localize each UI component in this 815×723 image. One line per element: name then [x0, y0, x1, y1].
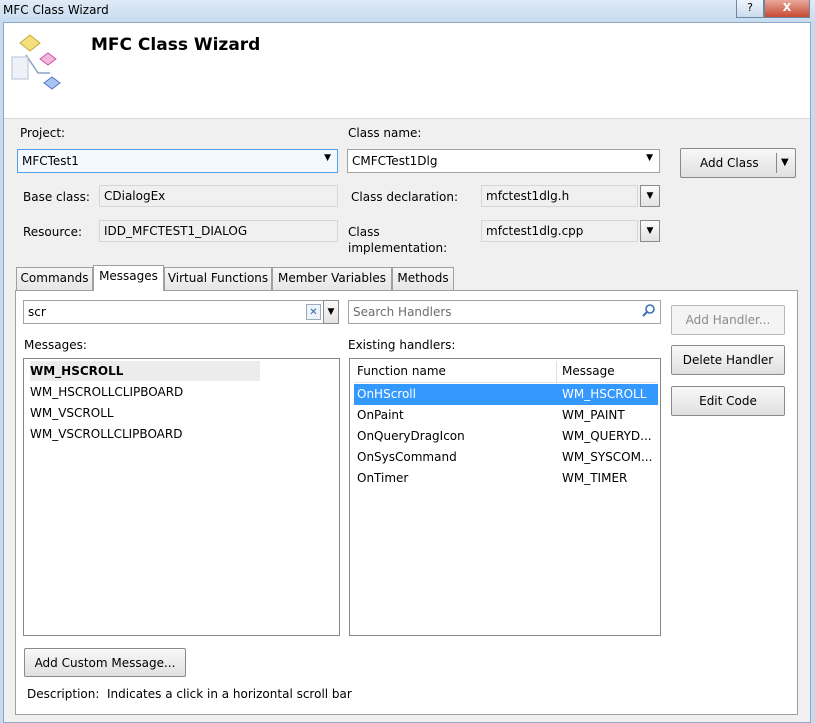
chevron-down-icon: ▼ — [646, 153, 653, 163]
tab-virtual-functions[interactable]: Virtual Functions — [164, 267, 272, 290]
function-name-cell: OnSysCommand — [357, 450, 457, 464]
help-button[interactable]: ? — [736, 0, 764, 18]
class-declaration-field: mfctest1dlg.h — [481, 185, 638, 207]
delete-handler-button[interactable]: Delete Handler — [671, 345, 785, 375]
class-declaration-label: Class declaration: — [351, 190, 458, 204]
base-class-field: CDialogEx — [99, 185, 338, 207]
resource-label: Resource: — [23, 225, 83, 239]
chevron-down-icon: ▼ — [327, 307, 335, 317]
base-class-value: CDialogEx — [104, 189, 166, 203]
close-button[interactable]: X — [764, 0, 810, 18]
class-implementation-label-line2: implementation: — [348, 241, 448, 255]
add-class-label: Add Class — [700, 156, 759, 170]
tab-messages[interactable]: Messages — [93, 265, 164, 291]
existing-handlers-list[interactable]: Function name Message OnHScroll WM_HSCRO… — [349, 358, 661, 636]
class-name-combo[interactable]: CMFCTest1Dlg ▼ — [347, 149, 660, 173]
message-cell: WM_SYSCOM... — [562, 450, 653, 464]
class-implementation-dropdown-button[interactable]: ▼ — [640, 220, 660, 242]
resource-field: IDD_MFCTEST1_DIALOG — [99, 220, 338, 242]
window-title: MFC Class Wizard — [3, 3, 109, 17]
class-implementation-value: mfctest1dlg.cpp — [486, 224, 584, 238]
edit-code-button[interactable]: Edit Code — [671, 386, 785, 416]
base-class-label: Base class: — [23, 190, 90, 204]
message-cell: WM_PAINT — [562, 408, 625, 422]
class-wizard-logo-icon — [6, 33, 70, 93]
class-implementation-field: mfctest1dlg.cpp — [481, 220, 638, 242]
messages-filter-input[interactable]: scr ✕ — [23, 300, 324, 324]
table-row[interactable]: OnTimer WM_TIMER — [354, 468, 658, 489]
list-item[interactable]: WM_VSCROLL — [30, 403, 114, 423]
messages-filter-dropdown-button[interactable]: ▼ — [323, 300, 339, 324]
existing-handlers-label: Existing handlers: — [348, 338, 456, 352]
list-item[interactable]: WM_HSCROLLCLIPBOARD — [30, 382, 183, 402]
class-implementation-label-line1: Class — [348, 225, 380, 239]
messages-filter-value: scr — [28, 305, 46, 319]
function-name-cell: OnTimer — [357, 471, 409, 485]
message-cell: WM_QUERYD... — [562, 429, 652, 443]
add-handler-button[interactable]: Add Handler... — [671, 305, 785, 335]
messages-list[interactable]: WM_HSCROLL WM_HSCROLLCLIPBOARD WM_VSCROL… — [23, 358, 340, 636]
title-bar: MFC Class Wizard ? X — [0, 0, 815, 22]
handlers-header: Function name Message — [354, 361, 658, 383]
class-name-label: Class name: — [348, 126, 422, 140]
project-label: Project: — [20, 126, 66, 140]
chevron-down-icon[interactable]: ▼ — [781, 149, 789, 177]
column-header-function-name[interactable]: Function name — [357, 364, 446, 378]
tab-methods[interactable]: Methods — [392, 267, 454, 290]
add-custom-message-button[interactable]: Add Custom Message... — [24, 648, 186, 677]
search-handlers-input[interactable]: Search Handlers — [348, 300, 661, 324]
add-class-button[interactable]: Add Class ▼ — [680, 148, 796, 178]
list-item[interactable]: WM_VSCROLLCLIPBOARD — [30, 424, 182, 444]
tab-commands[interactable]: Commands — [16, 267, 93, 290]
function-name-cell: OnPaint — [357, 408, 404, 422]
messages-label: Messages: — [24, 338, 87, 352]
class-name-value: CMFCTest1Dlg — [352, 154, 438, 168]
search-handlers-placeholder: Search Handlers — [353, 305, 452, 319]
table-row[interactable]: OnQueryDragIcon WM_QUERYD... — [354, 426, 658, 447]
list-item[interactable]: WM_HSCROLL — [30, 361, 260, 381]
message-cell: WM_HSCROLL — [562, 387, 647, 401]
tab-member-variables[interactable]: Member Variables — [272, 267, 392, 290]
table-row[interactable]: OnSysCommand WM_SYSCOM... — [354, 447, 658, 468]
column-header-message[interactable]: Message — [562, 364, 615, 378]
table-row[interactable]: OnHScroll WM_HSCROLL — [354, 384, 658, 405]
split-divider — [776, 153, 777, 173]
table-row[interactable]: OnPaint WM_PAINT — [354, 405, 658, 426]
column-divider[interactable] — [556, 361, 557, 383]
function-name-cell: OnQueryDragIcon — [357, 429, 465, 443]
resource-value: IDD_MFCTEST1_DIALOG — [104, 224, 248, 238]
chevron-down-icon: ▼ — [324, 153, 331, 163]
class-declaration-dropdown-button[interactable]: ▼ — [640, 185, 660, 207]
chevron-down-icon: ▼ — [646, 191, 654, 201]
class-declaration-value: mfctest1dlg.h — [486, 189, 570, 203]
clear-icon[interactable]: ✕ — [306, 304, 321, 320]
project-value: MFCTest1 — [22, 154, 79, 168]
description-text: Indicates a click in a horizontal scroll… — [107, 687, 352, 701]
message-cell: WM_TIMER — [562, 471, 628, 485]
description-label: Description: — [27, 687, 100, 701]
function-name-cell: OnHScroll — [357, 387, 416, 401]
chevron-down-icon: ▼ — [646, 226, 654, 236]
project-combo[interactable]: MFCTest1 ▼ — [17, 149, 338, 173]
search-icon[interactable] — [641, 303, 657, 322]
page-title: MFC Class Wizard — [91, 35, 261, 55]
